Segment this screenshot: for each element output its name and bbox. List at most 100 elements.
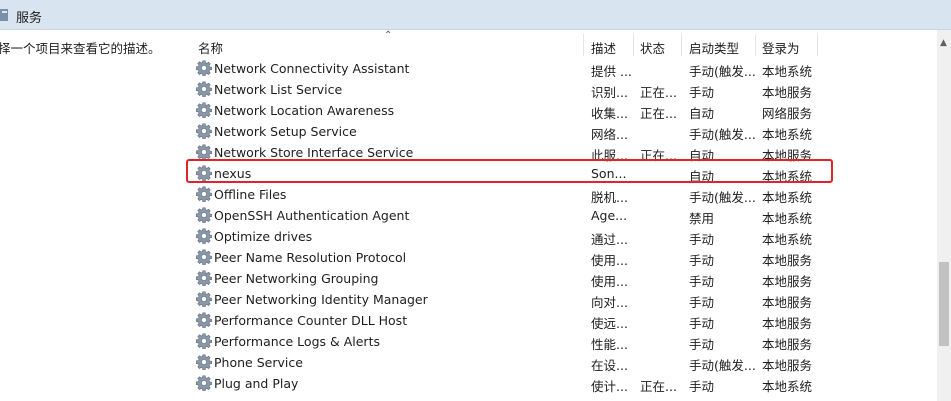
- service-description: 脱机...: [591, 190, 628, 205]
- description-text: 择一个项目来查看它的描述。: [0, 41, 161, 56]
- service-startup-type: 手动: [689, 85, 715, 100]
- service-row[interactable]: Offline Files 脱机... 手动(触发... 本地系统: [185, 184, 937, 205]
- scroll-up-arrow-icon[interactable]: ▲: [940, 38, 947, 48]
- service-logon-as: 本地系统: [762, 379, 813, 394]
- service-row[interactable]: Plug and Play 使计... 正在... 手动 本地系统: [185, 373, 937, 394]
- service-row-selected[interactable]: nexus Son... 自动 本地系统: [185, 163, 937, 184]
- service-startup-type: 手动: [689, 253, 715, 268]
- service-row[interactable]: OpenSSH Authentication Agent Age... 禁用 本…: [185, 205, 937, 226]
- service-logon-as: 本地服务: [762, 358, 813, 373]
- service-description: 网络...: [591, 127, 628, 142]
- column-divider[interactable]: [583, 34, 584, 56]
- service-row[interactable]: Phone Service 在设... 手动(触发... 本地服务: [185, 352, 937, 373]
- service-logon-as: 本地系统: [762, 64, 813, 79]
- gear-icon: [196, 60, 212, 76]
- service-startup-type: 自动: [689, 106, 715, 121]
- gear-icon: [196, 375, 212, 391]
- service-name: nexus: [214, 166, 252, 181]
- column-divider[interactable]: [633, 34, 634, 56]
- service-logon-as: 本地服务: [762, 148, 813, 163]
- service-name: Network Setup Service: [214, 124, 357, 139]
- service-logon-as: 本地系统: [762, 211, 813, 226]
- gear-icon: [196, 291, 212, 307]
- column-divider[interactable]: [817, 34, 818, 56]
- service-name: Offline Files: [214, 187, 287, 202]
- gear-icon: [196, 354, 212, 370]
- column-header-startup-type[interactable]: 启动类型: [689, 38, 739, 57]
- service-logon-as: 本地服务: [762, 316, 813, 331]
- service-logon-as: 本地服务: [762, 295, 813, 310]
- service-description: 收集...: [591, 106, 628, 121]
- column-header-status[interactable]: 状态: [640, 38, 665, 57]
- service-status: 正在...: [640, 379, 677, 394]
- gear-icon: [196, 186, 212, 202]
- service-row[interactable]: Network Connectivity Assistant 提供 ... 手动…: [185, 58, 937, 79]
- description-pane: 择一个项目来查看它的描述。: [0, 30, 185, 401]
- service-description: 通过...: [591, 232, 628, 247]
- service-startup-type: 手动: [689, 274, 715, 289]
- service-description: 在设...: [591, 358, 628, 373]
- service-logon-as: 本地系统: [762, 169, 813, 184]
- service-row[interactable]: Network List Service 识别... 正在... 手动 本地服务: [185, 79, 937, 100]
- service-startup-type: 手动: [689, 337, 715, 352]
- service-logon-as: 本地服务: [762, 274, 813, 289]
- service-row[interactable]: Network Location Awareness 收集... 正在... 自…: [185, 100, 937, 121]
- service-description: 识别...: [591, 85, 628, 100]
- service-status: 正在...: [640, 106, 677, 121]
- service-description: Age...: [591, 208, 628, 223]
- service-name: Network List Service: [214, 82, 343, 97]
- vertical-scrollbar[interactable]: ▲: [937, 30, 951, 401]
- gear-icon: [196, 165, 212, 181]
- service-row[interactable]: Optimize drives 通过... 手动 本地系统: [185, 226, 937, 247]
- service-name: Performance Counter DLL Host: [214, 313, 408, 328]
- gear-icon: [196, 249, 212, 265]
- service-row[interactable]: Peer Networking Grouping 使用... 手动 本地服务: [185, 268, 937, 289]
- column-header: ⌃ 名称 描述 状态 启动类型 登录为: [185, 30, 951, 56]
- sort-ascending-icon: ⌃: [384, 30, 393, 41]
- service-startup-type: 手动(触发...: [689, 190, 756, 205]
- service-status: 正在...: [640, 85, 677, 100]
- service-row[interactable]: Network Store Interface Service 此服... 正在…: [185, 142, 937, 163]
- service-logon-as: 本地系统: [762, 232, 813, 247]
- service-row[interactable]: Performance Counter DLL Host 使远... 手动 本地…: [185, 310, 937, 331]
- service-row[interactable]: Peer Networking Identity Manager 向对... 手…: [185, 289, 937, 310]
- service-description: 此服...: [591, 148, 628, 163]
- service-description: 使用...: [591, 274, 628, 289]
- column-header-description[interactable]: 描述: [591, 38, 616, 57]
- service-row[interactable]: Performance Logs & Alerts 性能... 手动 本地服务: [185, 331, 937, 352]
- column-header-name[interactable]: 名称: [198, 38, 223, 57]
- service-description: 提供 ...: [591, 64, 632, 79]
- column-header-logon-as[interactable]: 登录为: [762, 38, 800, 57]
- gear-icon: [196, 102, 212, 118]
- gear-icon: [196, 333, 212, 349]
- service-name: Peer Name Resolution Protocol: [214, 250, 407, 265]
- service-description: 使远...: [591, 316, 628, 331]
- service-startup-type: 禁用: [689, 211, 715, 226]
- service-name: Peer Networking Identity Manager: [214, 292, 428, 307]
- service-startup-type: 手动(触发...: [689, 127, 756, 142]
- gear-icon: [196, 270, 212, 286]
- service-startup-type: 自动: [689, 148, 715, 163]
- service-logon-as: 本地系统: [762, 190, 813, 205]
- column-divider[interactable]: [755, 34, 756, 56]
- service-logon-as: 本地服务: [762, 85, 813, 100]
- service-row[interactable]: Peer Name Resolution Protocol 使用... 手动 本…: [185, 247, 937, 268]
- column-divider[interactable]: [681, 34, 682, 56]
- service-name: Network Connectivity Assistant: [214, 61, 410, 76]
- service-startup-type: 手动: [689, 232, 715, 247]
- service-startup-type: 手动: [689, 295, 715, 310]
- service-name: Optimize drives: [214, 229, 313, 244]
- service-startup-type: 手动(触发...: [689, 358, 756, 373]
- service-logon-as: 本地服务: [762, 337, 813, 352]
- service-name: Plug and Play: [214, 376, 299, 391]
- service-logon-as: 网络服务: [762, 106, 813, 121]
- gear-icon: [196, 207, 212, 223]
- window-title: 服务: [16, 11, 43, 26]
- service-status: 正在...: [640, 148, 677, 163]
- service-row[interactable]: Network Setup Service 网络... 手动(触发... 本地系…: [185, 121, 937, 142]
- gear-icon: [196, 123, 212, 139]
- services-list: Network Connectivity Assistant 提供 ... 手动…: [185, 58, 937, 401]
- window-titlebar: 服务: [0, 0, 951, 30]
- scrollbar-thumb[interactable]: [939, 262, 949, 346]
- service-name: Performance Logs & Alerts: [214, 334, 380, 349]
